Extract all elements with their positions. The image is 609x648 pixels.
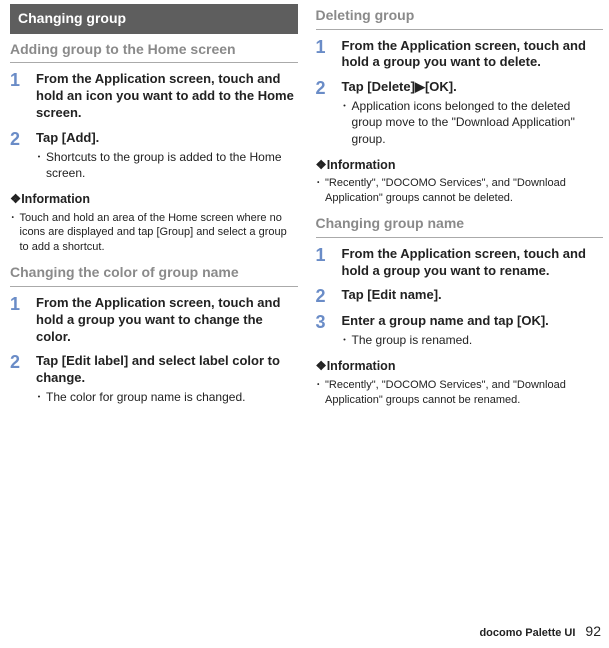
manual-page: Changing group Adding group to the Home …	[0, 0, 609, 416]
bullet-item: ･ The group is renamed.	[342, 332, 604, 348]
heading-changing-color: Changing the color of group name	[10, 263, 298, 287]
bullet-dot-icon: ･	[316, 176, 322, 206]
step-bullets: ･ Shortcuts to the group is added to the…	[36, 149, 298, 181]
step-title: Tap [Edit name].	[342, 287, 604, 304]
bullet-item: ･ Shortcuts to the group is added to the…	[36, 149, 298, 181]
heading-deleting-group: Deleting group	[316, 6, 604, 30]
information-text: "Recently", "DOCOMO Services", and "Down…	[325, 378, 603, 408]
information-bullet: ･ "Recently", "DOCOMO Services", and "Do…	[316, 176, 604, 206]
step-1: 1 From the Application screen, touch and…	[316, 246, 604, 280]
step-title-part-b: [OK].	[425, 79, 457, 94]
step-1: 1 From the Application screen, touch and…	[316, 38, 604, 72]
step-title: Tap [Add].	[36, 130, 298, 147]
heading-changing-group-name: Changing group name	[316, 214, 604, 238]
step-body: Tap [Edit name].	[342, 287, 604, 305]
step-2: 2 Tap [Delete]▶[OK]. ･ Application icons…	[316, 79, 604, 148]
step-number: 3	[316, 313, 332, 350]
step-body: From the Application screen, touch and h…	[36, 71, 298, 122]
step-title: From the Application screen, touch and h…	[342, 246, 604, 280]
bullet-dot-icon: ･	[10, 211, 16, 256]
step-1: 1 From the Application screen, touch and…	[10, 295, 298, 346]
step-body: Tap [Edit label] and select label color …	[36, 353, 298, 407]
step-bullets: ･ The group is renamed.	[342, 332, 604, 348]
step-title: Enter a group name and tap [OK].	[342, 313, 604, 330]
step-title: From the Application screen, touch and h…	[36, 71, 298, 122]
step-title: Tap [Delete]▶[OK].	[342, 79, 604, 96]
step-2: 2 Tap [Add]. ･ Shortcuts to the group is…	[10, 130, 298, 183]
bullet-dot-icon: ･	[36, 149, 42, 181]
step-title: From the Application screen, touch and h…	[36, 295, 298, 346]
step-3: 3 Enter a group name and tap [OK]. ･ The…	[316, 313, 604, 350]
step-1: 1 From the Application screen, touch and…	[10, 71, 298, 122]
step-number: 2	[316, 287, 332, 305]
step-2: 2 Tap [Edit name].	[316, 287, 604, 305]
page-footer: docomo Palette UI 92	[479, 622, 601, 642]
arrow-icon: ▶	[415, 79, 425, 94]
step-title: From the Application screen, touch and h…	[342, 38, 604, 72]
step-number: 1	[316, 38, 332, 72]
left-column: Changing group Adding group to the Home …	[10, 4, 298, 416]
step-number: 2	[10, 130, 26, 183]
step-2: 2 Tap [Edit label] and select label colo…	[10, 353, 298, 407]
bullet-item: ･ The color for group name is changed.	[36, 389, 298, 405]
step-title-part-a: Tap [Delete]	[342, 79, 415, 94]
bullet-text: Application icons belonged to the delete…	[352, 98, 603, 147]
information-text: Touch and hold an area of the Home scree…	[20, 211, 298, 256]
information-bullet: ･ Touch and hold an area of the Home scr…	[10, 211, 298, 256]
bullet-dot-icon: ･	[316, 378, 322, 408]
step-number: 1	[10, 71, 26, 122]
step-body: Enter a group name and tap [OK]. ･ The g…	[342, 313, 604, 350]
information-heading: ❖Information	[316, 157, 604, 175]
bullet-text: The color for group name is changed.	[46, 389, 245, 405]
information-text: "Recently", "DOCOMO Services", and "Down…	[325, 176, 603, 206]
bullet-text: Shortcuts to the group is added to the H…	[46, 149, 297, 181]
information-heading: ❖Information	[316, 358, 604, 376]
step-number: 1	[10, 295, 26, 346]
step-title: Tap [Edit label] and select label color …	[36, 353, 298, 387]
bullet-dot-icon: ･	[342, 332, 348, 348]
bullet-dot-icon: ･	[36, 389, 42, 405]
information-heading: ❖Information	[10, 191, 298, 209]
step-body: From the Application screen, touch and h…	[342, 246, 604, 280]
step-body: From the Application screen, touch and h…	[342, 38, 604, 72]
footer-label: docomo Palette UI	[479, 626, 575, 641]
banner-changing-group: Changing group	[10, 4, 298, 34]
information-bullet: ･ "Recently", "DOCOMO Services", and "Do…	[316, 378, 604, 408]
step-number: 2	[10, 353, 26, 407]
step-body: Tap [Delete]▶[OK]. ･ Application icons b…	[342, 79, 604, 148]
step-number: 2	[316, 79, 332, 148]
step-body: From the Application screen, touch and h…	[36, 295, 298, 346]
bullet-text: The group is renamed.	[352, 332, 473, 348]
step-body: Tap [Add]. ･ Shortcuts to the group is a…	[36, 130, 298, 183]
right-column: Deleting group 1 From the Application sc…	[316, 4, 604, 416]
bullet-item: ･ Application icons belonged to the dele…	[342, 98, 604, 147]
step-bullets: ･ Application icons belonged to the dele…	[342, 98, 604, 147]
step-number: 1	[316, 246, 332, 280]
bullet-dot-icon: ･	[342, 98, 348, 147]
step-bullets: ･ The color for group name is changed.	[36, 389, 298, 405]
page-number: 92	[585, 622, 601, 642]
heading-adding-group: Adding group to the Home screen	[10, 40, 298, 64]
